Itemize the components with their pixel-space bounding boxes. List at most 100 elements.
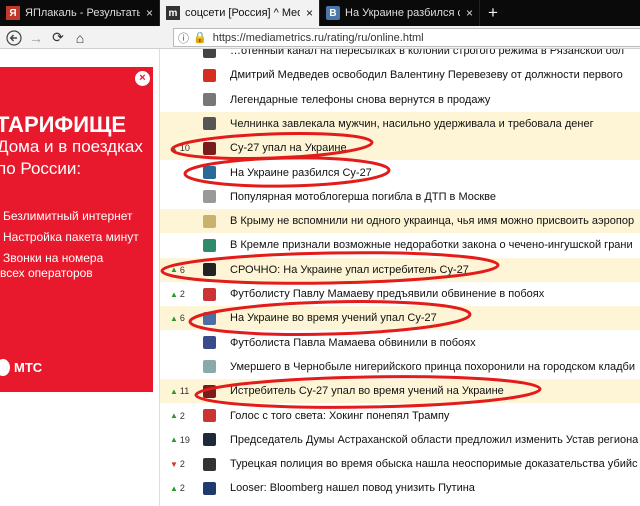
close-icon[interactable]: ×: [306, 6, 313, 20]
home-button[interactable]: ⌂: [70, 28, 90, 47]
rank-change: ▲ 6: [170, 313, 196, 323]
news-title-link[interactable]: СРОЧНО: На Украине упал истребитель Су-2…: [230, 264, 469, 276]
arrow-up-icon: ▲: [170, 143, 178, 153]
list-item[interactable]: Челнинка завлекала мужчин, насильно удер…: [160, 111, 640, 136]
arrow-up-icon: ▲: [170, 386, 178, 396]
list-item[interactable]: В Крыму не вспомнили ни одного украинца,…: [160, 209, 640, 234]
bars-icon: [203, 263, 216, 277]
close-icon[interactable]: ×: [135, 71, 150, 86]
tab-mediametrics[interactable]: m соцсети [Россия] ^ MediaMetrics ×: [160, 0, 320, 26]
list-item[interactable]: ▲ 19 Председатель Думы Астраханской област…: [160, 428, 640, 452]
reload-button[interactable]: ⟳: [48, 28, 68, 47]
gamma-icon: [203, 409, 216, 422]
list-item[interactable]: ▲ 2 Футболисту Павлу Мамаеву предъявили об…: [160, 282, 640, 306]
arrow-up-icon: ▲: [170, 265, 178, 275]
info-icon[interactable]: ⓘ: [178, 30, 189, 46]
list-item[interactable]: Умершего в Чернобыле нигерийского принца…: [160, 355, 640, 379]
ad-item: Настройка пакета минут: [3, 230, 139, 244]
paper-icon: [203, 214, 216, 228]
list-item[interactable]: Легендарные телефоны снова вернутся в пр…: [160, 88, 640, 112]
news-title-link[interactable]: …отенный канал на пересылках в колонии с…: [230, 49, 624, 57]
r-icon: [203, 141, 216, 155]
mediametrics-icon: m: [166, 6, 180, 20]
triangle-icon: [203, 238, 216, 252]
list-item[interactable]: Дмитрий Медведев освободил Валентину Пер…: [160, 63, 640, 87]
list-item[interactable]: На Украине разбился Су-27: [160, 161, 640, 185]
news-title-link[interactable]: В Кремле признали возможные недоработки …: [230, 239, 633, 251]
list-item[interactable]: ▲ 10 Су-27 упал на Украине: [160, 136, 640, 161]
arrow-up-icon: ▲: [170, 313, 178, 323]
news-title-link[interactable]: Футболисту Павлу Мамаеву предъявили обви…: [230, 288, 544, 300]
list-item[interactable]: ▲ 6 На Украине во время учений упал Су-27: [160, 306, 640, 331]
new-tab-button[interactable]: +: [480, 0, 506, 26]
rbc-icon: [203, 433, 216, 447]
rank-change: ▲ 2: [170, 411, 196, 421]
news-title-link[interactable]: На Украине во время учений упал Су-27: [230, 312, 437, 324]
list-item[interactable]: ▲ 11 Истребитель Су-27 упал во время учени…: [160, 379, 640, 404]
arrow-up-icon: ▲: [170, 289, 178, 299]
yaplakal-icon: Я: [6, 6, 20, 20]
tab-label: На Украине разбился самолет: [345, 7, 460, 19]
lock-icon: 🔒: [193, 32, 207, 44]
back-button[interactable]: [4, 28, 24, 47]
rg-icon: [203, 93, 216, 107]
m-icon: [203, 287, 216, 301]
news-list: …отенный канал на пересылках в колонии с…: [160, 49, 640, 506]
list-item[interactable]: В Кремле признали возможные недоработки …: [160, 233, 640, 257]
news-title-link[interactable]: В Крыму не вспомнили ни одного украинца,…: [230, 215, 634, 227]
close-icon[interactable]: ×: [466, 6, 473, 20]
list-item[interactable]: ▼ 2 Турецкая полиция во время обыска нашла…: [160, 452, 640, 476]
rank-change: ▲ 6: [170, 265, 196, 275]
news-title-link[interactable]: Футболиста Павла Мамаева обвинили в побо…: [230, 337, 476, 349]
ad-subtitle: Дома и в поездках: [0, 137, 143, 156]
rank-value: 2: [179, 483, 185, 494]
tab-vk[interactable]: В На Украине разбился самолет ×: [320, 0, 480, 26]
news-title-link[interactable]: Легендарные телефоны снова вернутся в пр…: [230, 94, 490, 106]
square-icon: [203, 481, 216, 495]
advertisement-banner[interactable]: × ТАРИФИЩЕ Дома и в поездках по России: …: [0, 67, 153, 392]
news-title-link[interactable]: Дмитрий Медведев освободил Валентину Пер…: [230, 69, 623, 81]
rank-value: 2: [179, 410, 185, 421]
rank-value: 10: [179, 143, 190, 154]
url-text: https://mediametrics.ru/rating/ru/online…: [212, 31, 424, 44]
nav-bar: → ⟳ ⌂ ⓘ 🔒 https://mediametrics.ru/rating…: [0, 26, 640, 49]
wave-icon: [203, 360, 216, 374]
news-title-link[interactable]: Умершего в Чернобыле нигерийского принца…: [230, 361, 635, 373]
close-icon[interactable]: ×: [146, 6, 153, 20]
rank-value: 6: [179, 313, 185, 324]
list-item[interactable]: ▲ 2 Looser: Bloomberg нашел повод унизить …: [160, 476, 640, 500]
arrow-up-icon: ▲: [170, 411, 178, 420]
list-item[interactable]: Популярная мотоблогерша погибла в ДТП в …: [160, 185, 640, 209]
news-title-link[interactable]: Челнинка завлекала мужчин, насильно удер…: [230, 118, 594, 130]
rank-change: ▲ 19: [170, 435, 196, 445]
rank-value: 2: [179, 459, 185, 470]
r-icon: [203, 384, 216, 398]
news-title-link[interactable]: Истребитель Су-27 упал во время учений н…: [230, 385, 504, 397]
tab-yaplakal[interactable]: Я ЯПлакаль - Результаты поиска ×: [0, 0, 160, 26]
rank-change: ▲ 2: [170, 289, 196, 299]
news-title-link[interactable]: Голос с того света: Хокинг понепял Трамп…: [230, 410, 449, 422]
news-title-link[interactable]: Су-27 упал на Украине: [230, 142, 347, 154]
left-sidebar: × ТАРИФИЩЕ Дома и в поездках по России: …: [0, 49, 160, 506]
news-title-link[interactable]: Looser: Bloomberg нашел повод унизить Пу…: [230, 482, 475, 494]
news-title-link[interactable]: Турецкая полиция во время обыска нашла н…: [230, 458, 638, 470]
tab-bar: Я ЯПлакаль - Результаты поиска × m соцсе…: [0, 0, 640, 26]
forward-button[interactable]: →: [26, 28, 46, 47]
rank-change: ▲ 10: [170, 143, 196, 153]
tab-label: ЯПлакаль - Результаты поиска: [25, 7, 140, 19]
arrow-down-icon: ▼: [170, 459, 178, 469]
news-title-link[interactable]: Популярная мотоблогерша погибла в ДТП в …: [230, 191, 496, 203]
egg-icon: [0, 359, 10, 376]
rank-value: 11: [179, 386, 190, 397]
list-item[interactable]: …отенный канал на пересылках в колонии с…: [160, 49, 640, 63]
rank-value: 6: [179, 264, 185, 275]
news-title-link[interactable]: На Украине разбился Су-27: [230, 167, 372, 179]
address-bar[interactable]: ⓘ 🔒 https://mediametrics.ru/rating/ru/on…: [173, 28, 640, 47]
grid-icon: [203, 117, 216, 131]
star-icon: [203, 457, 216, 471]
list-item[interactable]: Футболиста Павла Мамаева обвинили в побо…: [160, 331, 640, 355]
list-item[interactable]: ▲ 2 Голос с того света: Хокинг понепял Тра…: [160, 404, 640, 428]
news-title-link[interactable]: Председатель Думы Астраханской области п…: [230, 434, 638, 446]
list-item[interactable]: ▲ 6 СРОЧНО: На Украине упал истребитель Су…: [160, 257, 640, 282]
ad-item: Безлимитный интернет: [3, 209, 133, 223]
